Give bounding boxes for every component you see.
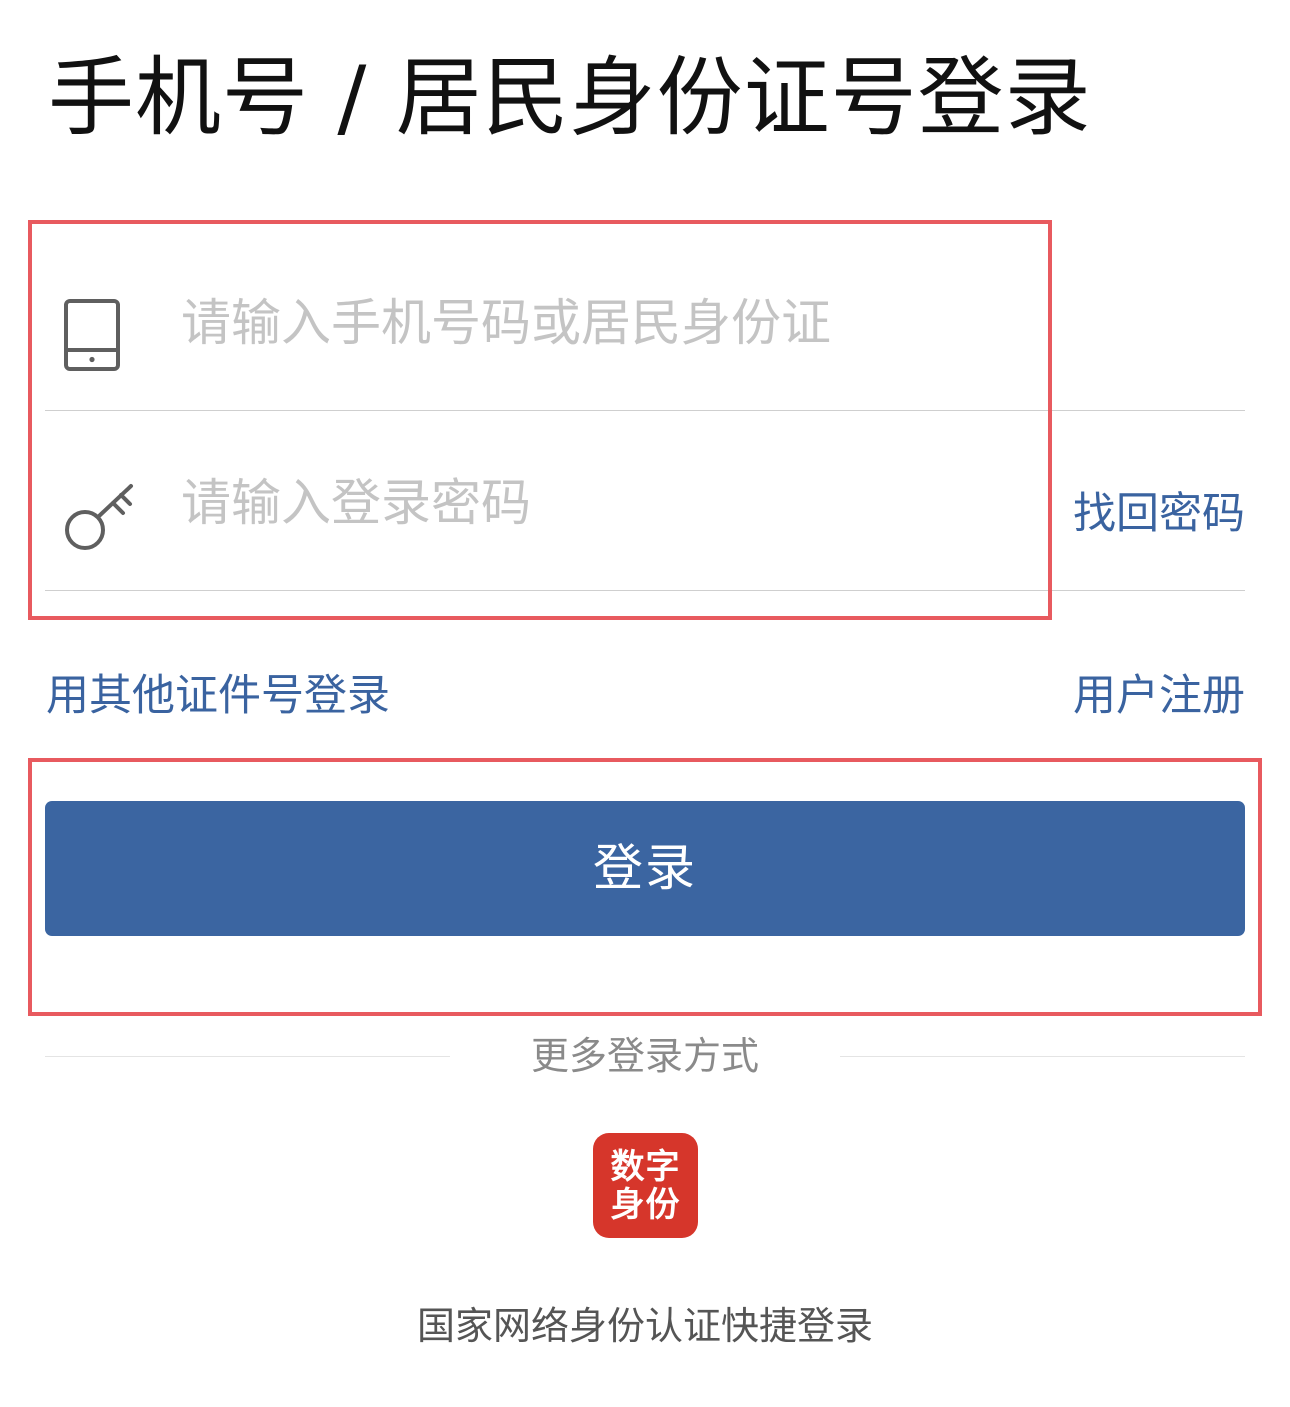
- digital-id-logo-line2: 身份: [610, 1184, 681, 1225]
- password-field-row: 找回密码: [45, 410, 1245, 591]
- digital-id-logo-line1: 数字: [610, 1146, 681, 1187]
- tablet-icon: [63, 298, 121, 376]
- other-id-login-link[interactable]: 用其他证件号登录: [46, 668, 390, 724]
- digital-id-logo[interactable]: 数字 身份: [593, 1133, 698, 1238]
- password-input[interactable]: [181, 465, 1041, 540]
- login-button[interactable]: 登录: [45, 801, 1245, 936]
- key-icon: [63, 482, 137, 556]
- digital-id-quick-login-label[interactable]: 国家网络身份认证快捷登录: [0, 1300, 1290, 1352]
- account-input[interactable]: [181, 285, 1041, 360]
- forgot-password-link[interactable]: 找回密码: [1073, 486, 1245, 542]
- page-title: 手机号 / 居民身份证号登录: [48, 48, 1092, 148]
- register-link[interactable]: 用户注册: [1073, 668, 1245, 724]
- account-field-row: [45, 230, 1245, 411]
- divider-right: [840, 1056, 1245, 1057]
